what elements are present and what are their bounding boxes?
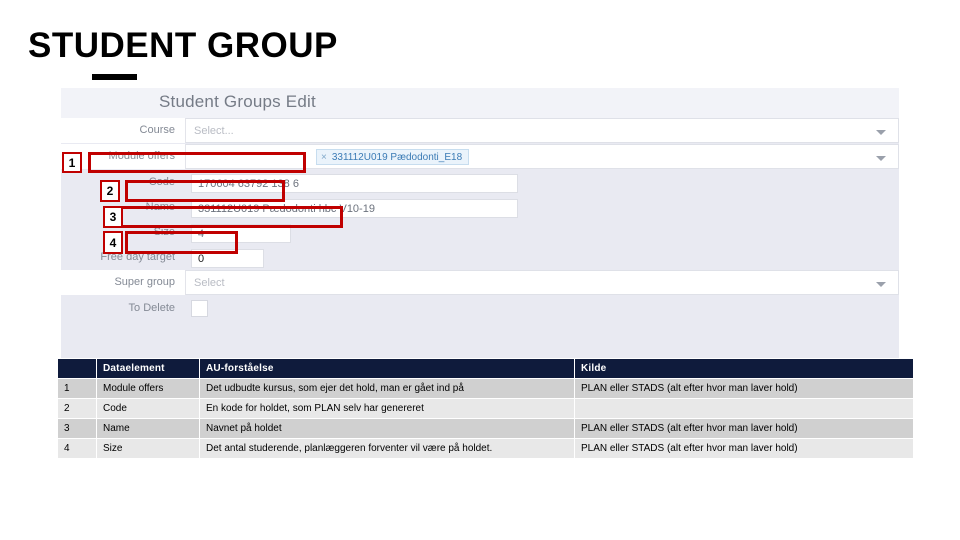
chevron-down-icon[interactable] [876,130,886,135]
course-select[interactable]: Select... [185,118,899,143]
chip-label: 331112U019 Pædodonti_E18 [331,152,463,163]
row-element: Name [96,418,200,439]
table-header-element: Dataelement [96,358,200,379]
callout-badge-3: 3 [103,206,123,228]
row-source: PLAN eller STADS (alt efter hvor man lav… [574,378,914,399]
chevron-down-icon[interactable] [876,282,886,287]
chip-remove-icon[interactable]: × [321,152,327,163]
super-group-select[interactable]: Select [185,270,899,295]
row-understanding: En kode for holdet, som PLAN selv har ge… [199,398,575,419]
highlight-box-code [125,180,285,202]
chevron-down-icon[interactable] [876,156,886,161]
row-element: Code [96,398,200,419]
table-header-source: Kilde [574,358,914,379]
callout-badge-4: 4 [103,231,123,254]
row-num: 2 [57,398,97,419]
to-delete-label: To Delete [128,302,175,314]
super-group-select-value: Select [194,277,225,289]
table-row: 2 Code En kode for holdet, som PLAN selv… [57,398,914,419]
table-header-row: Dataelement AU-forståelse Kilde [57,358,914,379]
table-row: 4 Size Det antal studerende, planlæggere… [57,438,914,459]
row-understanding: Det udbudte kursus, som ejer det hold, m… [199,378,575,399]
page-title: STUDENT GROUP [28,26,338,65]
callout-badge-2: 2 [100,180,120,202]
table-row: 1 Module offers Det udbudte kursus, som … [57,378,914,399]
form-row-course: Course Select... [61,118,899,143]
title-underline-accent [92,74,137,80]
form-row-super-group: Super group Select [61,270,899,295]
to-delete-checkbox[interactable] [191,300,208,317]
row-element: Size [96,438,200,459]
row-source: PLAN eller STADS (alt efter hvor man lav… [574,418,914,439]
table-row: 3 Name Navnet på holdet PLAN eller STADS… [57,418,914,439]
row-num: 4 [57,438,97,459]
callout-badge-1: 1 [62,152,82,173]
course-label: Course [139,124,175,136]
row-source [574,398,914,419]
highlight-box-size [125,231,238,254]
row-understanding: Navnet på holdet [199,418,575,439]
highlight-box-name [117,206,343,228]
row-understanding: Det antal studerende, planlæggeren forve… [199,438,575,459]
app-header-bar: Student Groups Edit [61,88,899,118]
row-num: 3 [57,418,97,439]
row-num: 1 [57,378,97,399]
highlight-box-module-offers [88,152,306,173]
table-header-understanding: AU-forståelse [199,358,575,379]
form-row-to-delete: To Delete [61,296,899,321]
course-select-value: Select... [194,125,234,137]
app-header-title: Student Groups Edit [159,92,316,111]
table-header-num [57,358,97,379]
row-element: Module offers [96,378,200,399]
super-group-label: Super group [114,276,175,288]
module-offer-chip[interactable]: × 331112U019 Pædodonti_E18 [316,149,470,165]
row-source: PLAN eller STADS (alt efter hvor man lav… [574,438,914,459]
dataelement-table: Dataelement AU-forståelse Kilde 1 Module… [57,358,914,459]
